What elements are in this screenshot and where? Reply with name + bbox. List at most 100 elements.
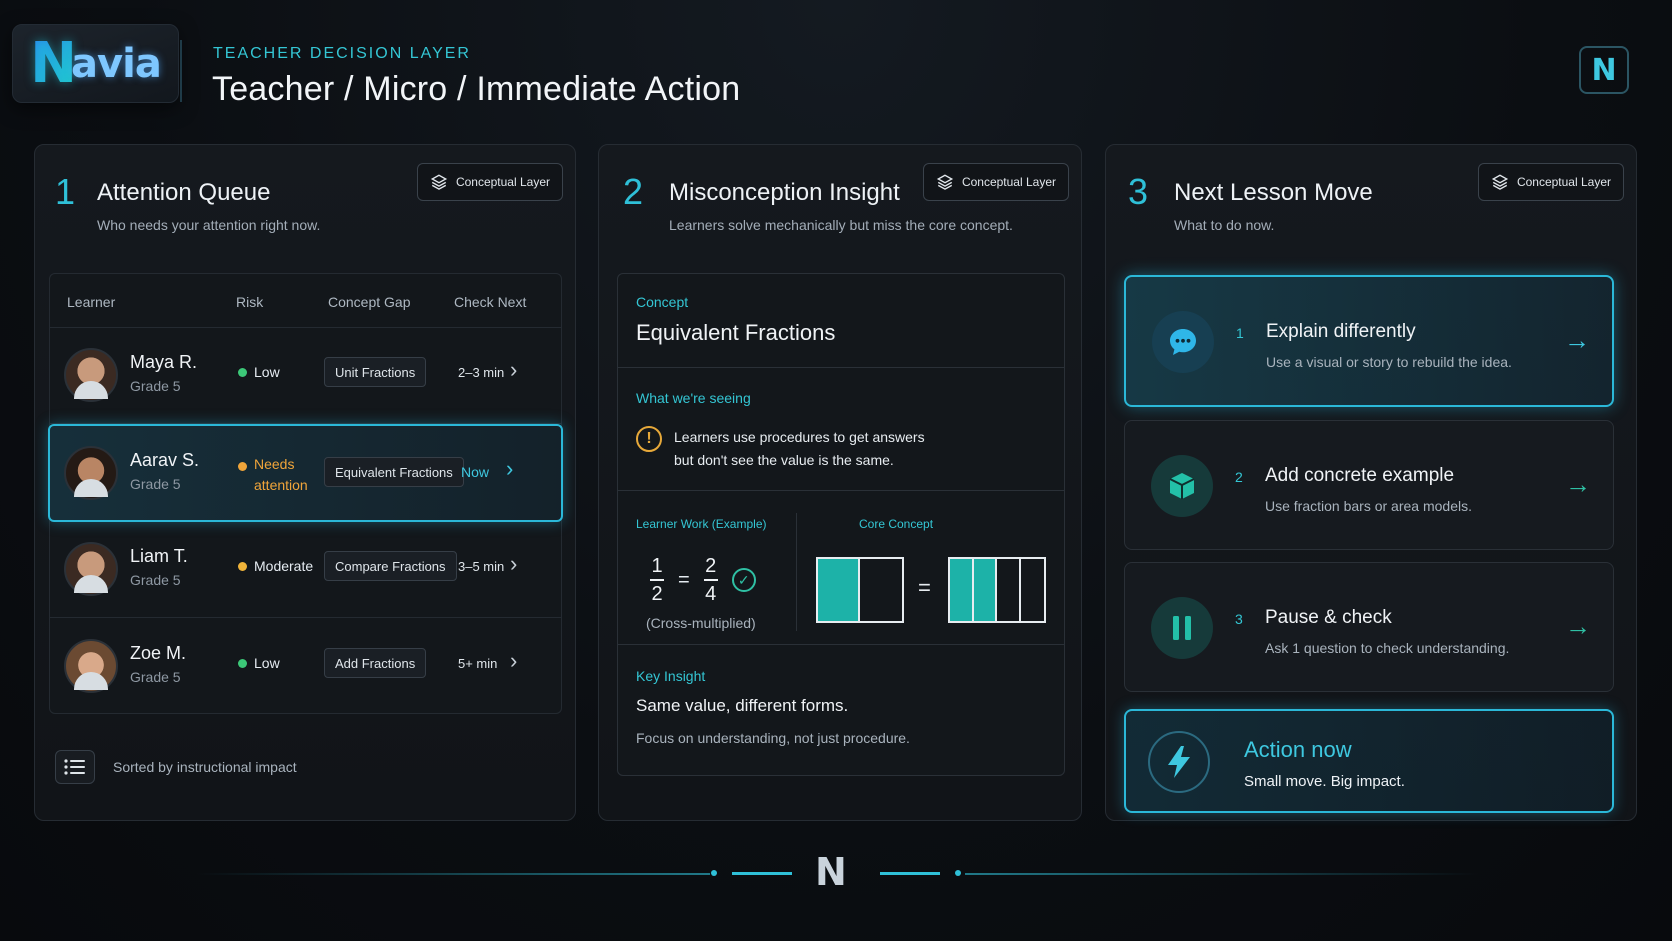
panel-title: Misconception Insight <box>669 179 900 206</box>
concept-gap-chip[interactable]: Compare Fractions <box>324 551 457 581</box>
move-add-concrete-example[interactable]: 2 Add concrete example Use fraction bars… <box>1124 420 1614 550</box>
learner-grade: Grade 5 <box>130 572 181 588</box>
chevron-right-icon[interactable]: › <box>506 456 513 482</box>
corner-logo-button[interactable]: N <box>1579 46 1629 94</box>
action-now-card[interactable]: Action now Small move. Big impact. <box>1124 709 1614 813</box>
chevron-right-icon[interactable]: › <box>510 648 517 674</box>
equals-sign: = <box>918 575 931 600</box>
bar-segment-filled <box>973 559 997 621</box>
risk-dot <box>238 562 247 571</box>
arrow-right-icon[interactable]: → <box>1564 325 1590 356</box>
check-next: 5+ min <box>458 656 498 671</box>
learner-grade: Grade 5 <box>130 378 181 394</box>
seeing-text: Learners use procedures to get answers b… <box>674 426 974 472</box>
layers-icon <box>1491 174 1509 190</box>
bar-segment <box>997 559 1021 621</box>
move-subtitle: Ask 1 question to check understanding. <box>1265 640 1510 656</box>
table-row[interactable]: Liam T. Grade 5 Moderate Compare Fractio… <box>50 522 561 618</box>
bar-segment-filled <box>950 559 974 621</box>
seeing-section: What we're seeing ! Learners use procedu… <box>618 368 1064 491</box>
work-note: (Cross-multiplied) <box>646 615 756 631</box>
footer-dot <box>955 870 961 876</box>
layers-icon <box>430 174 448 190</box>
col-learner: Learner <box>67 294 116 310</box>
move-number: 1 <box>1236 325 1244 341</box>
col-concept-gap: Concept Gap <box>328 294 411 310</box>
table-row[interactable]: Maya R. Grade 5 Low Unit Fractions 2–3 m… <box>50 328 561 424</box>
move-title: Add concrete example <box>1265 465 1455 486</box>
badge-label: Conceptual Layer <box>961 175 1056 189</box>
footer-dash-right <box>880 872 940 875</box>
conceptual-layer-badge[interactable]: Conceptual Layer <box>416 163 563 201</box>
concept-name: Equivalent Fractions <box>636 320 836 345</box>
bar-segment <box>1021 559 1045 621</box>
concept-label: Concept <box>636 294 689 310</box>
move-title: Pause & check <box>1265 607 1392 628</box>
risk-label: Low <box>254 364 280 380</box>
learner-name: Aarav S. <box>130 450 200 470</box>
footer-dash-left <box>732 872 792 875</box>
page-title: Teacher / Micro / Immediate Action <box>212 70 741 108</box>
concept-gap-chip[interactable]: Equivalent Fractions <box>324 457 464 487</box>
list-icon[interactable] <box>55 750 95 784</box>
learner-name: Liam T. <box>130 546 188 566</box>
move-pause-check[interactable]: 3 Pause & check Ask 1 question to check … <box>1124 562 1614 692</box>
table-header: Learner Risk Concept Gap Check Next <box>50 274 561 328</box>
pause-icon <box>1151 597 1213 659</box>
header-divider <box>180 40 182 102</box>
example-divider <box>796 513 797 631</box>
panel-title: Next Lesson Move <box>1174 179 1373 206</box>
risk-dot <box>238 462 247 471</box>
arrow-right-icon[interactable]: → <box>1565 469 1591 500</box>
conceptual-layer-badge[interactable]: Conceptual Layer <box>922 163 1069 201</box>
table-row[interactable]: Zoe M. Grade 5 Low Add Fractions 5+ min … <box>50 619 561 715</box>
action-title: Action now <box>1244 737 1352 762</box>
risk-line-1: Needs <box>254 456 295 472</box>
concept-gap-chip[interactable]: Add Fractions <box>324 648 427 678</box>
move-number: 3 <box>1235 611 1243 627</box>
table-row-selected[interactable]: Aarav S. Grade 5 Needs attention Equival… <box>48 424 563 522</box>
attention-table: Learner Risk Concept Gap Check Next Maya… <box>48 273 563 715</box>
concept-gap-chip[interactable]: Unit Fractions <box>324 357 427 387</box>
learner-work-label: Learner Work (Example) <box>636 517 767 531</box>
check-next: Now <box>461 464 490 480</box>
chevron-right-icon[interactable]: › <box>510 357 517 383</box>
risk-dot <box>238 368 247 377</box>
bar-segment-filled <box>818 559 860 621</box>
badge-label: Conceptual Layer <box>1516 175 1611 189</box>
avatar <box>64 639 118 693</box>
risk-line-2: attention <box>254 477 308 493</box>
navia-logo[interactable]: N avia <box>12 24 179 103</box>
insight-text: Focus on understanding, not just procedu… <box>636 730 910 746</box>
panel-number: 2 <box>623 171 644 212</box>
equals-sign: = <box>678 568 690 591</box>
move-explain-differently[interactable]: 1 Explain differently Use a visual or st… <box>1124 275 1614 407</box>
insight-label: Key Insight <box>636 668 706 684</box>
risk-dot <box>238 659 247 668</box>
insight-title: Same value, different forms. <box>636 696 849 715</box>
chevron-right-icon[interactable]: › <box>510 551 517 577</box>
eyebrow-label: TEACHER DECISION LAYER <box>213 45 471 62</box>
action-subtitle: Small move. Big impact. <box>1244 773 1405 790</box>
concept-card: Concept Equivalent Fractions What we're … <box>617 273 1065 776</box>
conceptual-layer-badge[interactable]: Conceptual Layer <box>1477 163 1624 201</box>
footer-line-right <box>965 873 1480 875</box>
example-section: Learner Work (Example) Core Concept 12 =… <box>618 491 1064 645</box>
logo-text: avia <box>71 40 162 87</box>
seeing-line-2: but don't see the value is the same. <box>674 452 894 468</box>
panel-subtitle: Who needs your attention right now. <box>97 217 321 233</box>
panel-number: 1 <box>55 171 76 212</box>
fraction-bar-fourths <box>948 557 1046 623</box>
bar-segment <box>860 559 902 621</box>
move-number: 2 <box>1235 469 1243 485</box>
queue-footer: Sorted by instructional impact <box>55 750 297 784</box>
footer-dot <box>711 870 717 876</box>
seeing-label: What we're seeing <box>636 390 751 406</box>
panel-subtitle: Learners solve mechanically but miss the… <box>669 217 1013 233</box>
learner-name: Maya R. <box>130 352 198 372</box>
fraction-two-fourths: 24 <box>703 555 718 605</box>
lightning-icon <box>1148 731 1210 793</box>
arrow-right-icon[interactable]: → <box>1565 611 1591 642</box>
warning-icon: ! <box>636 426 662 452</box>
learner-grade: Grade 5 <box>130 669 181 685</box>
